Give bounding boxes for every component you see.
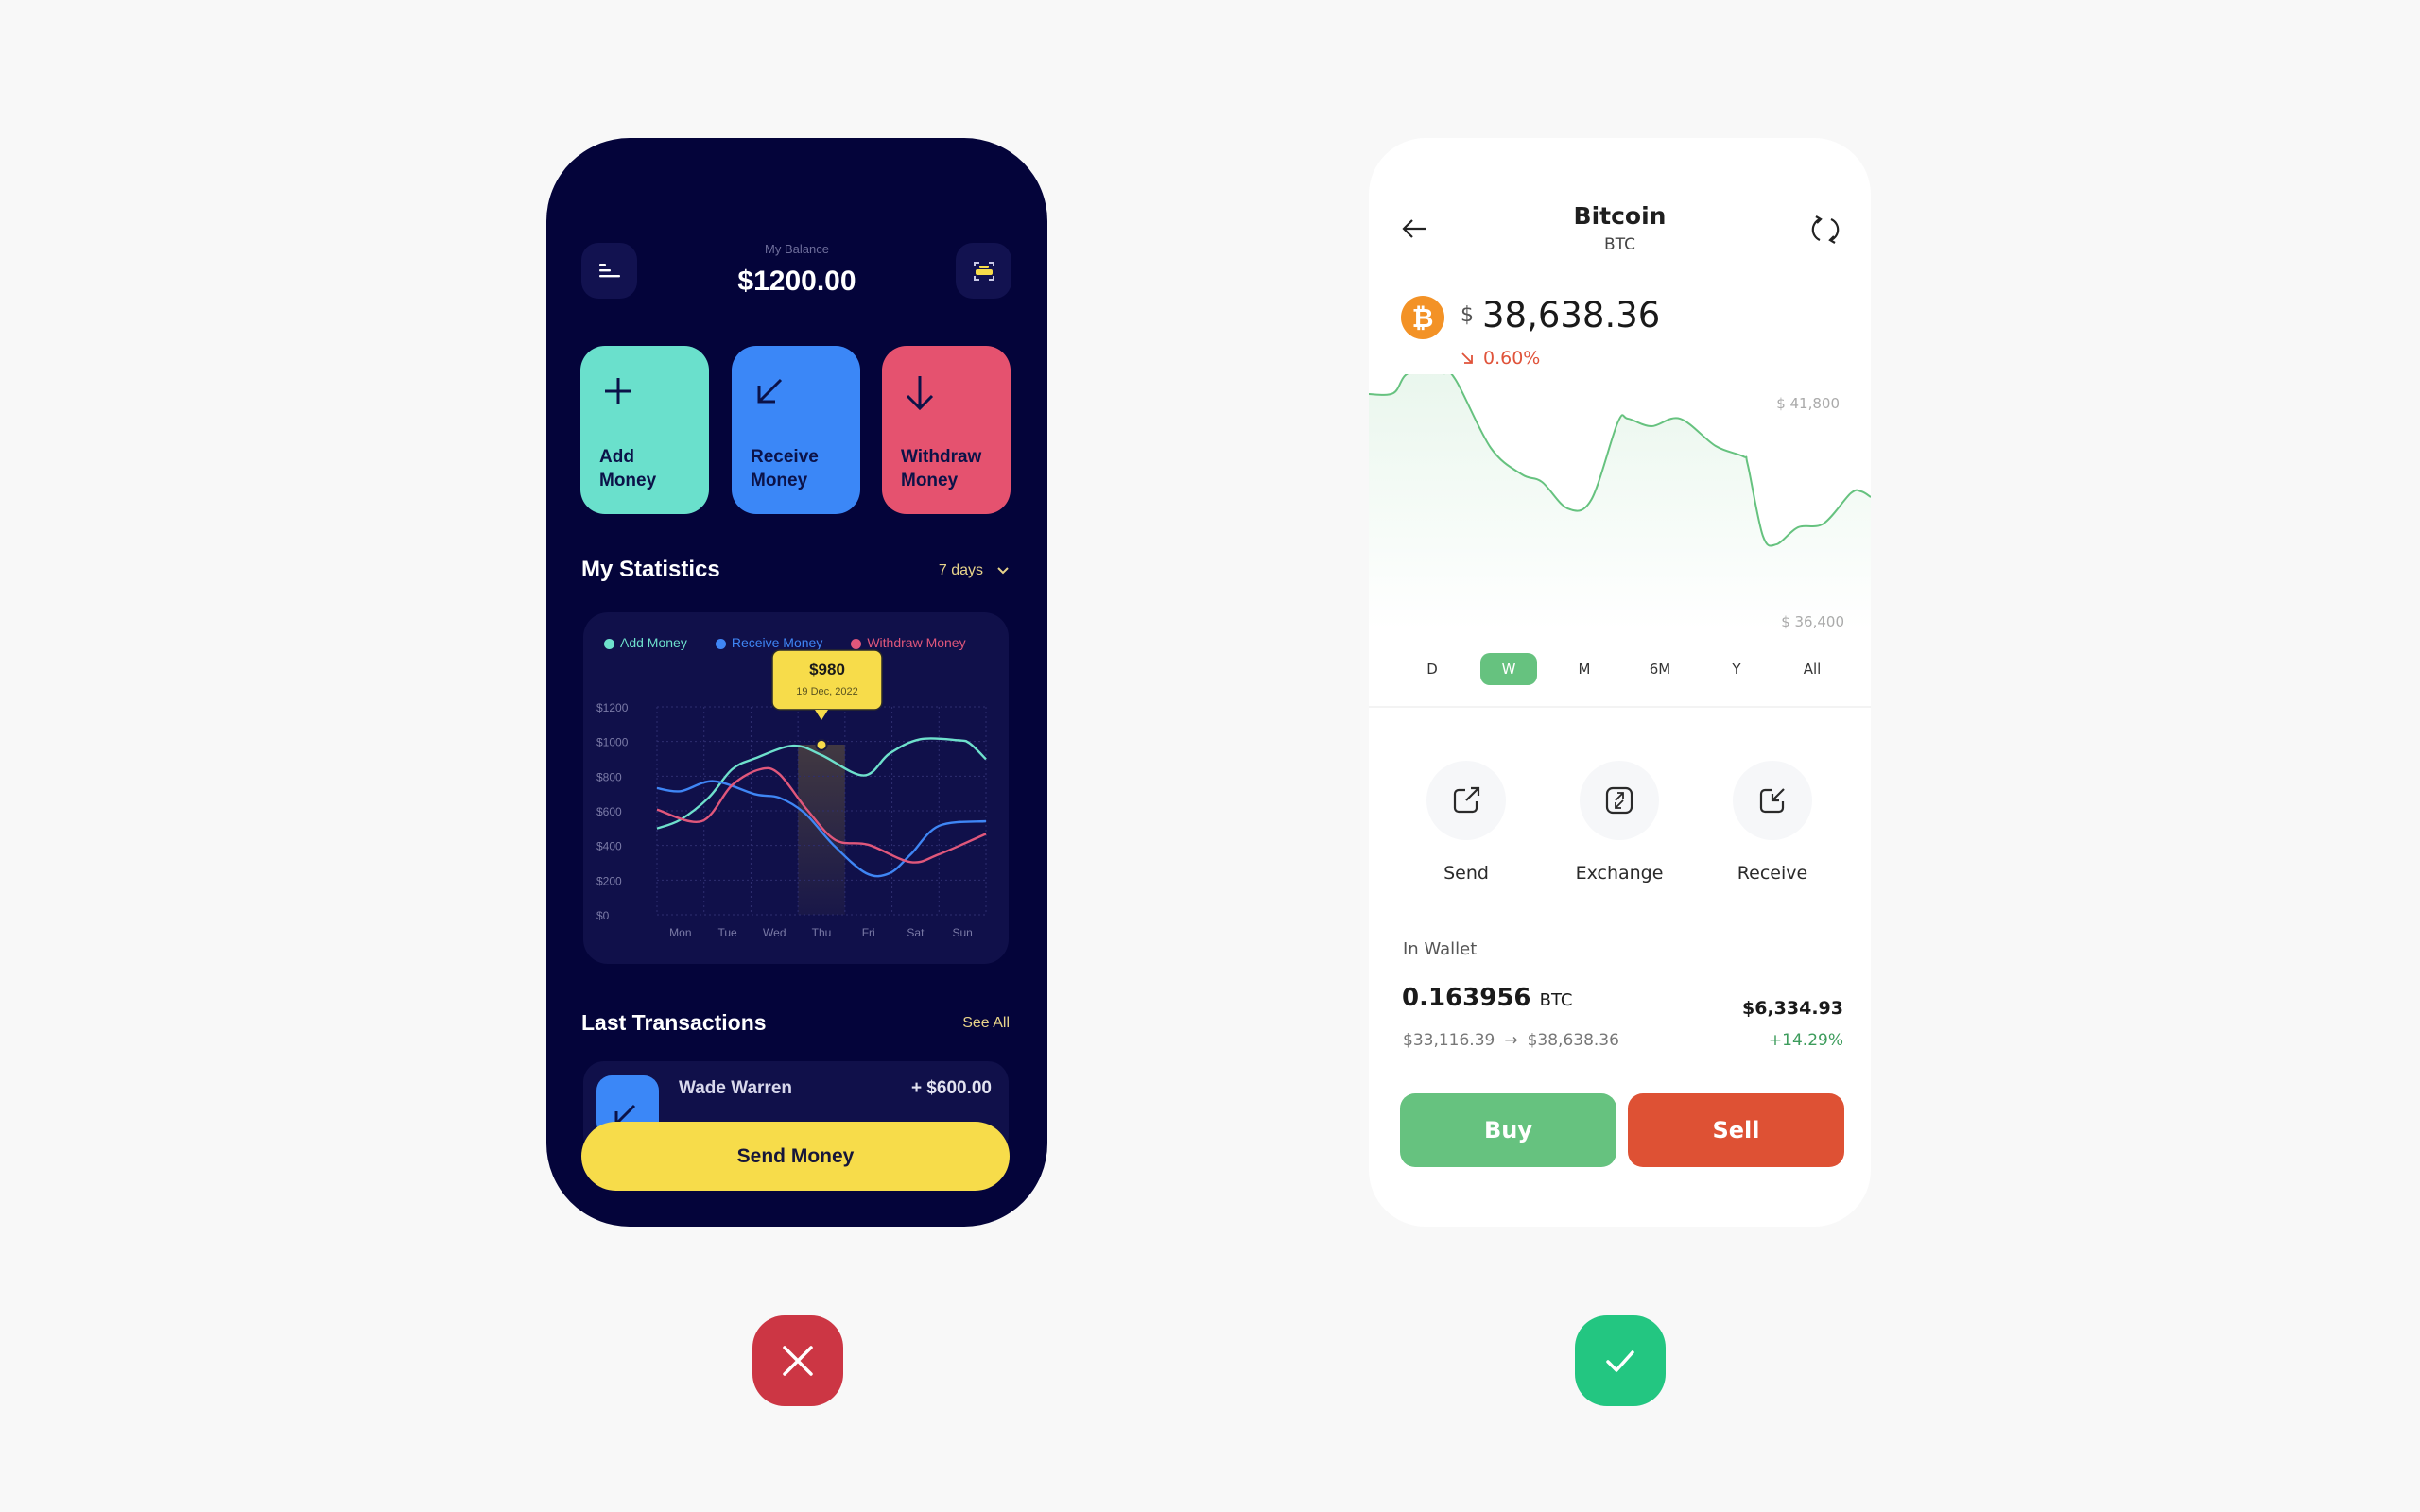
see-all-link[interactable]: See All <box>962 1015 1010 1032</box>
divider <box>1369 706 1871 708</box>
x-tick-label: Tue <box>717 926 737 939</box>
chart-min-label: $ 36,400 <box>1781 613 1844 630</box>
timeframe-all[interactable]: All <box>1784 653 1841 685</box>
x-tick-label: Sat <box>907 926 925 939</box>
tooltip-date: 19 Dec, 2022 <box>796 686 857 697</box>
range-dropdown[interactable]: 7 days <box>939 562 1010 579</box>
withdraw-money-card[interactable]: Withdraw Money <box>882 346 1011 514</box>
bitcoin-logo-icon: ₿ <box>1401 296 1444 339</box>
exchange-action[interactable]: Exchange <box>1544 761 1695 884</box>
scan-icon <box>973 261 994 281</box>
tooltip: $980 19 Dec, 2022 <box>771 649 883 720</box>
y-tick-label: $1000 <box>596 736 629 749</box>
sell-button[interactable]: Sell <box>1628 1093 1844 1167</box>
arrow-down-left-icon <box>757 378 783 404</box>
statistics-chart-card: Add Money Receive Money Withdraw Money $… <box>583 612 1009 964</box>
x-tick-label: Thu <box>812 926 832 939</box>
price-currency: $ <box>1461 303 1474 327</box>
check-icon <box>1606 1350 1634 1372</box>
price-area-chart <box>1369 374 1871 629</box>
transactions-title: Last Transactions <box>581 1010 767 1035</box>
x-tick-label: Mon <box>669 926 691 939</box>
exchange-label: Exchange <box>1575 863 1664 884</box>
arrow-right-icon: → <box>1504 1031 1518 1050</box>
wallet-to-price: $38,638.36 <box>1527 1031 1619 1050</box>
x-tick-label: Sun <box>952 926 972 939</box>
price-area-fill <box>1369 374 1871 629</box>
highlight-band <box>798 745 845 915</box>
statistics-title: My Statistics <box>581 557 720 582</box>
coin-symbol: BTC <box>1604 235 1635 254</box>
transaction-amount: + $600.00 <box>910 1078 992 1098</box>
y-tick-label: $0 <box>596 909 610 922</box>
timeframe-d[interactable]: D <box>1404 653 1461 685</box>
tooltip-box <box>771 649 883 711</box>
chart-max-label: $ 41,800 <box>1776 395 1840 412</box>
receive-icon <box>1759 788 1785 814</box>
wallet-fiat-value: $6,334.93 <box>1742 998 1843 1019</box>
exchange-icon <box>1605 786 1634 815</box>
wallet-price-range: $33,116.39 → $38,638.36 <box>1403 1031 1619 1050</box>
arrow-down-icon <box>906 376 934 411</box>
y-tick-label: $400 <box>596 840 622 853</box>
price-change-value: 0.60% <box>1483 348 1541 369</box>
bad-example-phone: My Balance $1200.00 Add Money Receive Mone… <box>546 138 1047 1227</box>
receive-money-label-1: Receive <box>751 447 819 467</box>
send-action[interactable]: Send <box>1391 761 1542 884</box>
scan-button[interactable] <box>956 243 1011 299</box>
plus-icon <box>605 378 631 404</box>
y-tick-label: $1200 <box>596 701 629 714</box>
transaction-name: Wade Warren <box>679 1078 793 1098</box>
add-money-card[interactable]: Add Money <box>580 346 709 514</box>
wallet-gain: +14.29% <box>1768 1031 1843 1050</box>
wallet-unit: BTC <box>1539 990 1573 1010</box>
close-icon <box>783 1346 813 1376</box>
bad-verdict-badge <box>752 1315 843 1406</box>
withdraw-money-label-2: Money <box>901 471 959 490</box>
tooltip-pointer <box>815 710 828 720</box>
buy-button[interactable]: Buy <box>1400 1093 1616 1167</box>
coin-title: Bitcoin <box>1573 202 1667 230</box>
send-money-button[interactable]: Send Money <box>581 1122 1010 1191</box>
send-icon <box>1453 786 1480 814</box>
chevron-down-icon <box>997 567 1009 575</box>
statistics-line-chart: $1200 $1000 $800 $600 $400 $200 $0 Mon Tue Wed Thu… <box>596 649 987 939</box>
wallet-label: In Wallet <box>1403 939 1478 959</box>
withdraw-money-label-1: Withdraw <box>901 447 982 467</box>
receive-action[interactable]: Receive <box>1697 761 1848 884</box>
wallet-amount: 0.163956 <box>1402 984 1531 1012</box>
price-change: 0.60% <box>1461 348 1540 369</box>
receive-icon-circle <box>1733 761 1812 840</box>
good-example-phone: Bitcoin BTC ₿ $ 38,638.36 0.60% $ 41,800… <box>1369 138 1871 1227</box>
tooltip-point <box>815 738 828 751</box>
add-money-label-2: Money <box>599 471 657 490</box>
exchange-icon-circle <box>1580 761 1659 840</box>
timeframe-w[interactable]: W <box>1480 653 1537 685</box>
send-label: Send <box>1443 863 1489 884</box>
tooltip-value: $980 <box>809 661 845 679</box>
receive-money-label-2: Money <box>751 471 808 490</box>
range-value: 7 days <box>938 562 983 578</box>
wallet-amount-row: 0.163956 BTC <box>1402 984 1572 1012</box>
receive-money-card[interactable]: Receive Money <box>732 346 860 514</box>
arrow-down-right-icon <box>1461 352 1473 364</box>
send-icon-circle <box>1426 761 1506 840</box>
y-tick-label: $600 <box>596 805 622 818</box>
x-tick-label: Wed <box>763 926 786 939</box>
y-tick-label: $800 <box>596 770 622 783</box>
timeframe-m[interactable]: M <box>1556 653 1613 685</box>
y-tick-label: $200 <box>596 874 622 887</box>
refresh-icon[interactable] <box>1810 214 1841 246</box>
wallet-from-price: $33,116.39 <box>1403 1031 1495 1050</box>
x-tick-label: Fri <box>862 926 875 939</box>
timeframe-y[interactable]: Y <box>1708 653 1765 685</box>
price-value: 38,638.36 <box>1482 295 1661 335</box>
receive-label: Receive <box>1737 863 1808 884</box>
add-money-label-1: Add <box>599 447 634 467</box>
timeframe-6m[interactable]: 6M <box>1632 653 1688 685</box>
good-verdict-badge <box>1575 1315 1666 1406</box>
